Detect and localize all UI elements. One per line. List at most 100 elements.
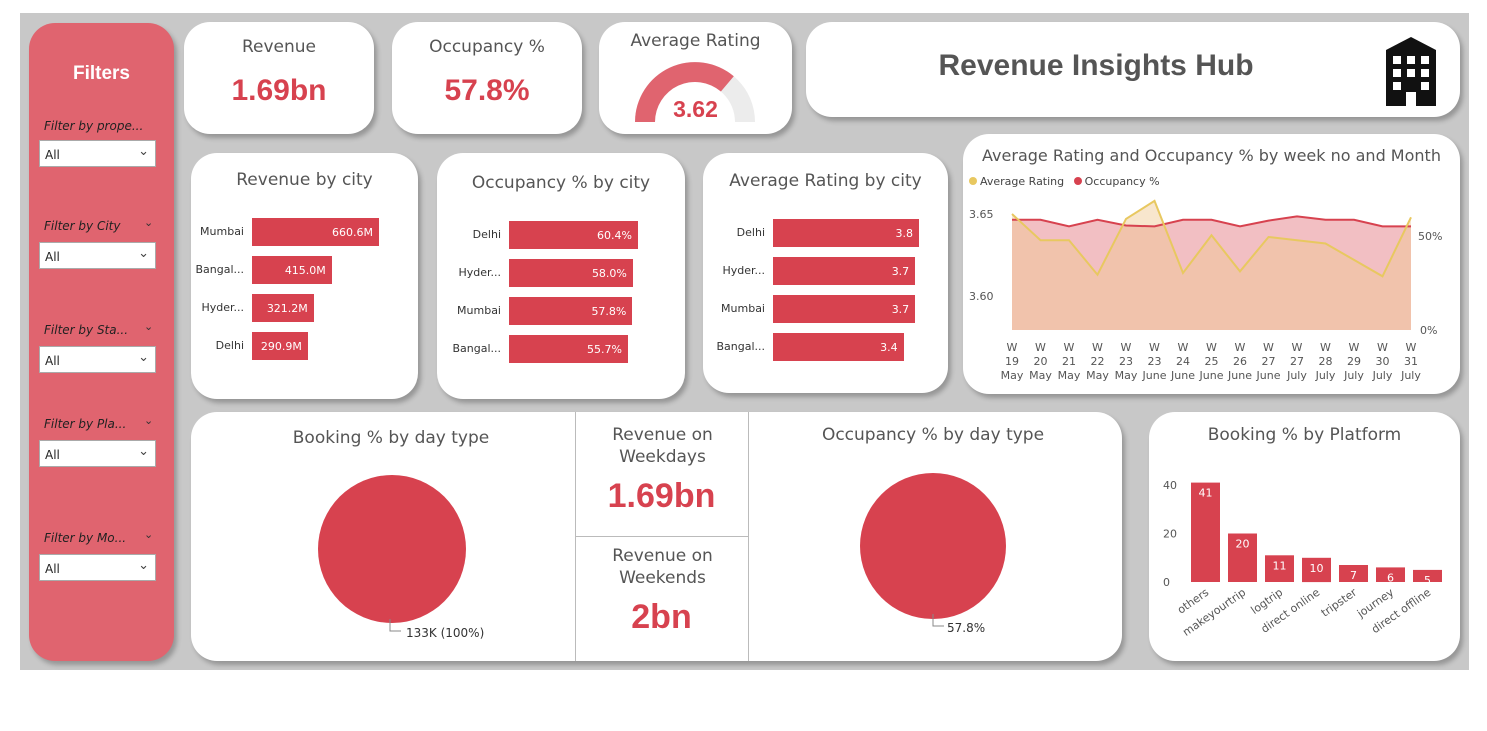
x-tick-label: 25 — [1205, 355, 1219, 368]
bar-data-label: 660.6M — [332, 226, 373, 239]
bar-category-label: Delhi — [215, 339, 244, 352]
x-tick-label: 27 — [1290, 355, 1304, 368]
filter-month-select[interactable]: All ⌄ — [39, 554, 156, 581]
revenue-kpi-card: Revenue 1.69bn — [184, 22, 374, 134]
bar[interactable]: 60.4% — [509, 221, 638, 249]
x-tick-label: 23 — [1119, 355, 1133, 368]
x-tick-label: W — [1263, 341, 1274, 354]
x-tick-label: June — [1142, 369, 1167, 382]
x-tick-label: W — [1064, 341, 1075, 354]
bar[interactable]: 57.8% — [509, 297, 633, 325]
bar-data-label: 60.4% — [597, 229, 632, 242]
chevron-down-icon[interactable]: ⌄ — [144, 320, 153, 333]
revenue-weekends-value: 2bn — [631, 598, 692, 636]
chevron-down-icon[interactable]: ⌄ — [144, 414, 153, 427]
x-tick-label: July — [1372, 369, 1393, 382]
x-tick-label: W — [1149, 341, 1160, 354]
filter-city-label: Filter by City — [44, 219, 121, 233]
y-tick-label: 20 — [1163, 528, 1177, 541]
bar-data-label: 7 — [1350, 569, 1357, 582]
x-tick-label: W — [1007, 341, 1018, 354]
chevron-down-icon: ⌄ — [138, 246, 149, 261]
x-tick-label: W — [1121, 341, 1132, 354]
x-tick-label: June — [1170, 369, 1195, 382]
filter-property-select[interactable]: All ⌄ — [39, 140, 156, 167]
bar-data-label: 6 — [1387, 571, 1394, 584]
x-tick-label: W — [1406, 341, 1417, 354]
x-tick-label: 22 — [1091, 355, 1105, 368]
booking-day-type-pie — [318, 475, 466, 623]
occupancy-by-city-title: Occupancy % by city — [471, 173, 651, 193]
x-tick-label: July — [1315, 369, 1336, 382]
chevron-down-icon[interactable]: ⌄ — [144, 216, 153, 229]
x-tick-label: W — [1349, 341, 1360, 354]
bar[interactable]: 321.2M — [252, 294, 314, 322]
chevron-down-icon[interactable]: ⌄ — [144, 528, 153, 541]
filter-property-label: Filter by prope... — [44, 119, 144, 133]
occupancy-by-city-card: Occupancy % by city Delhi 60.4% Hyder... 58… — [437, 153, 685, 399]
bar-category-label: Bangal... — [452, 342, 501, 355]
bar-data-label: 3.8 — [895, 227, 914, 240]
bar[interactable]: 3.4 — [773, 333, 904, 361]
pie-slice — [860, 473, 1006, 619]
filter-platform-select[interactable]: All ⌄ — [39, 440, 156, 467]
x-tick-label: June — [1227, 369, 1252, 382]
booking-platform-card: Booking % by Platform 40 20 0 41 others 20 mak… — [1149, 412, 1460, 661]
bar[interactable]: 55.7% — [509, 335, 628, 363]
x-tick-label: 20 — [1034, 355, 1048, 368]
pie-leader-line — [389, 619, 401, 632]
bar-data-label: 321.2M — [266, 302, 308, 315]
chevron-down-icon: ⌄ — [138, 350, 149, 365]
bar-data-label: 415.0M — [284, 264, 326, 277]
x-tick-label: 31 — [1404, 355, 1418, 368]
booking-platform-chart: 4020041others20makeyourtrip11logtrip10di… — [1163, 479, 1442, 639]
trend-card: Average Rating and Occupancy % by week n… — [963, 134, 1460, 394]
filters-panel: Filters Filter by prope... All ⌄ Filter … — [29, 23, 174, 661]
filter-platform-label: Filter by Pla... — [44, 417, 127, 431]
x-tick-label: W — [1206, 341, 1217, 354]
pie-slice — [318, 475, 466, 623]
y-tick-label: 40 — [1163, 479, 1177, 492]
bar[interactable]: 58.0% — [509, 259, 633, 287]
rating-kpi-label: Average Rating — [630, 31, 761, 51]
filter-city-select[interactable]: All ⌄ — [39, 242, 156, 269]
occupancy-day-type-pie — [860, 473, 1006, 619]
filter-month-label: Filter by Mo... — [44, 531, 127, 545]
y-tick-label: 0 — [1163, 576, 1170, 589]
bar[interactable]: 3.7 — [773, 257, 916, 285]
x-tick-label: 28 — [1319, 355, 1333, 368]
filter-status-select[interactable]: All ⌄ — [39, 346, 156, 373]
bar-data-label: 58.0% — [591, 267, 627, 280]
y-left-tick-label: 3.60 — [969, 290, 994, 303]
x-tick-label: W — [1035, 341, 1046, 354]
bar-category-label: Bangal... — [716, 340, 765, 353]
bar-data-label: 290.9M — [260, 340, 302, 353]
bar[interactable]: 660.6M — [252, 218, 379, 246]
filter-month-value: All — [45, 562, 60, 576]
x-tick-label: 24 — [1176, 355, 1190, 368]
bar-category-label: Bangal... — [195, 263, 244, 276]
y-left-tick-label: 3.65 — [969, 208, 994, 221]
day-type-band: Booking % by day type 133K (100%) Revenu… — [191, 412, 1122, 661]
header-card: Revenue Insights Hub — [806, 22, 1460, 117]
bar-data-label: 55.7% — [587, 343, 622, 356]
bar[interactable]: 290.9M — [252, 332, 308, 360]
occupancy-day-type-title: Occupancy % by day type — [821, 425, 1045, 445]
bar[interactable]: 3.8 — [773, 219, 919, 247]
booking-day-type-data-label: 133K (100%) — [406, 626, 485, 640]
bar[interactable]: 415.0M — [252, 256, 332, 284]
bar-category-label: Mumbai — [200, 225, 244, 238]
x-tick-label: May — [1029, 369, 1052, 382]
hotel-building-icon — [1386, 37, 1436, 106]
bar-data-label: 10 — [1310, 562, 1324, 575]
bar-category-label: Hyder... — [201, 301, 244, 314]
rating-kpi-card: Average Rating 3.62 — [599, 22, 792, 134]
bar-data-label: 3.7 — [891, 265, 910, 278]
bar[interactable]: 3.7 — [773, 295, 916, 323]
x-tick-label: W — [1092, 341, 1103, 354]
chevron-down-icon: ⌄ — [138, 558, 149, 573]
filter-status-label: Filter by Sta... — [44, 323, 129, 337]
x-tick-label: May — [1001, 369, 1024, 382]
x-tick-label: W — [1178, 341, 1189, 354]
x-tick-label: 30 — [1376, 355, 1390, 368]
